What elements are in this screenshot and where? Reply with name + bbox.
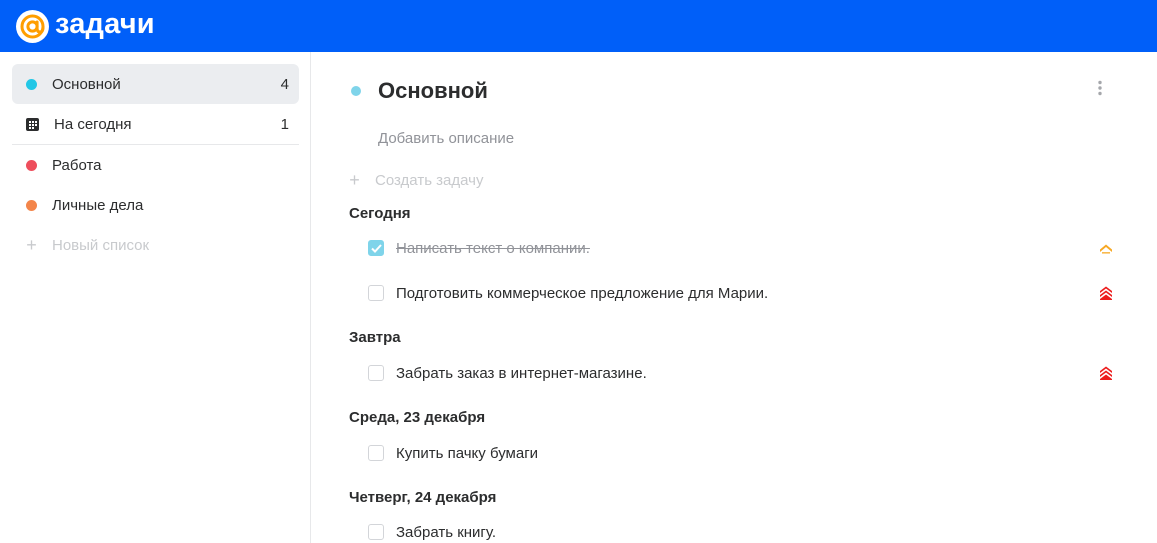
calendar-icon <box>26 117 39 131</box>
task-row[interactable]: Написать текст о компании. <box>368 235 1113 261</box>
task-row[interactable]: Купить пачку бумаги <box>368 440 1113 466</box>
sidebar-item-label: На сегодня <box>54 115 132 133</box>
sidebar-item-personal[interactable]: Личные дела <box>12 185 299 225</box>
section-title: Завтра <box>349 329 401 346</box>
list-color-dot <box>351 86 361 96</box>
task-checkbox[interactable] <box>368 365 384 381</box>
sidebar-item-label: Работа <box>52 156 102 174</box>
task-text: Забрать книгу. <box>396 523 497 541</box>
add-description-field[interactable]: Добавить описание <box>378 130 514 147</box>
sidebar-item-today[interactable]: На сегодня 1 <box>12 104 299 144</box>
task-row[interactable]: Забрать заказ в интернет-магазине. <box>368 360 1113 386</box>
checkmark-icon <box>370 243 382 253</box>
new-list-label: Новый список <box>52 236 150 254</box>
at-sign-logo-icon <box>16 9 49 43</box>
more-vertical-icon[interactable] <box>1092 80 1108 96</box>
task-text: Подготовить коммерческое предложение для… <box>396 284 769 302</box>
task-row[interactable]: Подготовить коммерческое предложение для… <box>368 280 1113 306</box>
new-list-button[interactable]: + Новый список <box>12 225 299 265</box>
sidebar-item-label: Личные дела <box>52 196 144 214</box>
app-title: задачи <box>55 7 155 40</box>
task-checkbox[interactable] <box>368 285 384 301</box>
create-task-label: Создать задачу <box>375 171 484 189</box>
sidebar-item-label: Основной <box>52 75 121 93</box>
create-task-button[interactable]: + Создать задачу <box>349 171 483 189</box>
sidebar-item-count: 1 <box>280 115 289 133</box>
task-text: Забрать заказ в интернет-магазине. <box>396 364 647 382</box>
sidebar-item-main[interactable]: Основной 4 <box>12 64 299 104</box>
list-color-dot <box>26 159 37 171</box>
task-row[interactable]: Забрать книгу. <box>368 519 1113 543</box>
task-text: Купить пачку бумаги <box>396 444 539 462</box>
task-checkbox[interactable] <box>368 445 384 461</box>
list-color-dot <box>26 199 37 211</box>
priority-medium-icon[interactable] <box>1099 241 1113 255</box>
main-content: Основной Добавить описание + Создать зад… <box>312 52 1157 543</box>
priority-high-icon[interactable] <box>1099 366 1113 380</box>
task-checkbox[interactable] <box>368 240 384 256</box>
plus-icon: + <box>349 170 360 190</box>
sidebar: Основной 4 На сегодня 1 Работа Личные де… <box>0 52 311 543</box>
sidebar-item-count: 4 <box>280 75 289 93</box>
sidebar-item-work[interactable]: Работа <box>12 145 299 185</box>
app-logo[interactable]: задачи <box>16 8 155 44</box>
app-header: задачи <box>0 0 1157 52</box>
section-title: Четверг, 24 декабря <box>349 489 497 506</box>
task-checkbox[interactable] <box>368 524 384 540</box>
plus-icon: + <box>26 235 37 255</box>
task-text: Написать текст о компании. <box>396 239 590 257</box>
priority-high-icon[interactable] <box>1099 286 1113 300</box>
list-color-dot <box>26 78 37 90</box>
section-title: Среда, 23 декабря <box>349 409 486 426</box>
section-title: Сегодня <box>349 205 411 222</box>
page-title[interactable]: Основной <box>378 78 488 104</box>
